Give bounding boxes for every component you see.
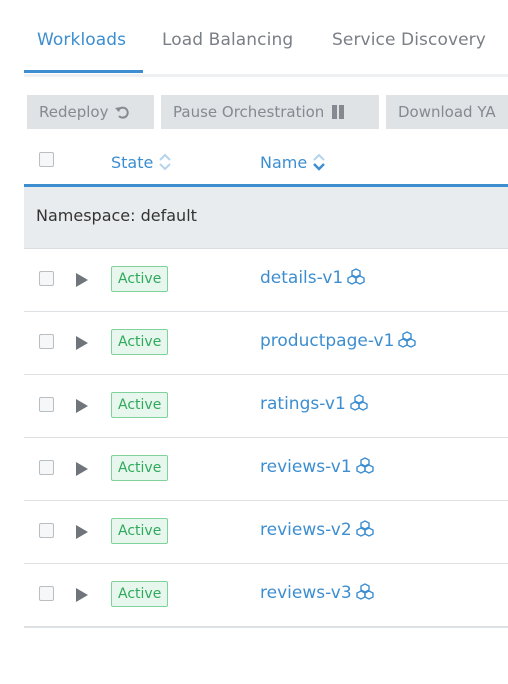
pause-orchestration-button[interactable]: Pause Orchestration [161,95,379,129]
expand-caret-icon[interactable] [76,336,88,350]
workload-cubes-icon [355,520,374,537]
table-row: Active reviews-v1 [24,437,508,501]
expand-caret-icon[interactable] [76,462,88,476]
expand-caret-icon[interactable] [76,273,88,287]
redeploy-button[interactable]: Redeploy [27,95,154,129]
status-badge: Active [111,266,169,292]
pause-orchestration-label: Pause Orchestration [173,103,325,121]
workload-name: reviews-v3 [260,583,352,603]
bulk-action-toolbar: Redeploy Pause Orchestration Download YA [27,95,508,129]
workload-cubes-icon [355,457,374,474]
expand-caret-icon[interactable] [76,525,88,539]
workload-name: productpage-v1 [260,331,395,351]
download-yaml-label: Download YA [398,103,496,121]
workload-cubes-icon [347,268,365,285]
workload-name: reviews-v1 [260,457,352,477]
table-row: Active ratings-v1 [24,374,508,438]
state-column-header[interactable]: State [111,152,172,172]
row-checkbox[interactable] [39,271,54,286]
table-row: Active reviews-v3 [24,563,508,628]
workload-name: ratings-v1 [260,394,346,414]
workload-cubes-icon [350,394,368,411]
workload-cubes-icon [398,331,417,348]
expand-caret-icon[interactable] [76,399,88,413]
table-row: Active productpage-v1 [24,311,508,375]
workload-link[interactable]: ratings-v1 [260,394,368,414]
workload-link[interactable]: reviews-v1 [260,457,374,477]
table-row: Active details-v1 [24,248,508,312]
status-badge: Active [111,392,169,418]
status-badge: Active [111,329,169,355]
sort-icon [159,153,172,171]
row-checkbox[interactable] [39,523,54,538]
pause-icon [332,105,345,119]
redeploy-label: Redeploy [39,103,109,121]
download-yaml-button[interactable]: Download YA [386,95,508,129]
tab-load-balancing[interactable]: Load Balancing [162,30,293,50]
status-badge: Active [111,455,169,481]
tab-service-discovery[interactable]: Service Discovery [332,30,486,50]
namespace-label: Namespace: default [36,206,197,225]
tab-bar: Workloads Load Balancing Service Discove… [24,0,508,77]
row-checkbox[interactable] [39,334,54,349]
workload-link[interactable]: productpage-v1 [260,331,417,351]
active-tab-indicator [24,70,143,73]
row-checkbox[interactable] [39,460,54,475]
undo-icon [115,106,130,119]
row-checkbox[interactable] [39,586,54,601]
workload-link[interactable]: details-v1 [260,268,365,288]
table-row: Active reviews-v2 [24,500,508,564]
workload-link[interactable]: reviews-v3 [260,583,374,603]
row-checkbox[interactable] [39,397,54,412]
table-header: State Name [24,140,508,187]
state-column-label: State [111,153,154,172]
tab-workloads[interactable]: Workloads [37,30,126,50]
workload-link[interactable]: reviews-v2 [260,520,374,540]
namespace-group-header: Namespace: default [24,187,508,249]
status-badge: Active [111,581,169,607]
status-badge: Active [111,518,169,544]
expand-caret-icon[interactable] [76,588,88,602]
workload-name: reviews-v2 [260,520,352,540]
sort-icon [313,153,326,171]
name-column-header[interactable]: Name [260,152,326,172]
workload-cubes-icon [355,583,374,600]
workload-name: details-v1 [260,268,344,288]
select-all-checkbox[interactable] [39,152,54,167]
name-column-label: Name [260,153,308,172]
